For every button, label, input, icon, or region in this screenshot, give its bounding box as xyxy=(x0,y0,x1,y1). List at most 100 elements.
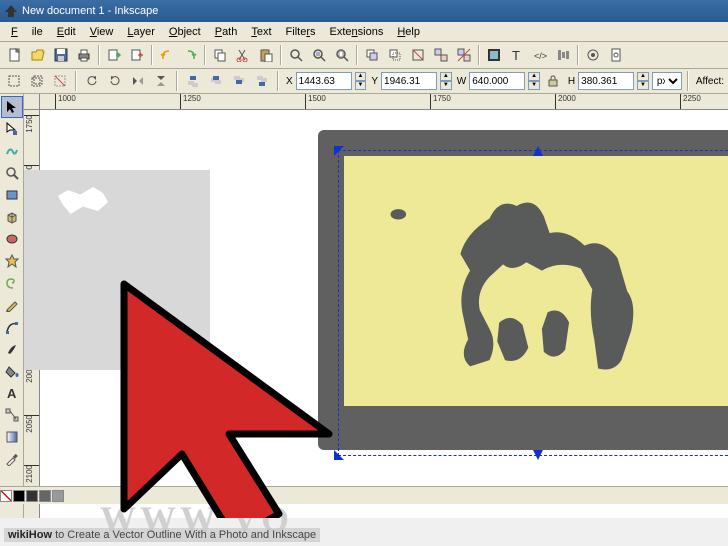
zoom-page-button[interactable] xyxy=(331,44,353,66)
lower-button[interactable] xyxy=(229,71,249,91)
y-input[interactable] xyxy=(381,72,437,90)
flip-v-button[interactable] xyxy=(151,71,171,91)
menu-extensions[interactable]: Extensions xyxy=(323,24,391,40)
pencil-tool[interactable] xyxy=(1,294,23,316)
menu-path[interactable]: Path xyxy=(208,24,245,40)
lock-aspect-button[interactable] xyxy=(543,71,563,91)
svg-text:A: A xyxy=(7,386,17,400)
window-title: New document 1 - Inkscape xyxy=(22,5,158,17)
duplicate-button[interactable] xyxy=(361,44,383,66)
watermark-bar: wikiHow to Create a Vector Outline With … xyxy=(0,504,728,546)
x-input[interactable] xyxy=(296,72,352,90)
h-input[interactable] xyxy=(578,72,634,90)
copy-button[interactable] xyxy=(209,44,231,66)
bucket-tool[interactable] xyxy=(1,360,23,382)
background-shape xyxy=(24,170,210,370)
import-button[interactable] xyxy=(103,44,125,66)
selection-handle-tl[interactable] xyxy=(334,146,344,156)
dropper-tool[interactable] xyxy=(1,448,23,470)
x-label: X xyxy=(286,76,293,87)
rect-tool[interactable] xyxy=(1,184,23,206)
group-button[interactable] xyxy=(430,44,452,66)
rotate-ccw-button[interactable] xyxy=(82,71,102,91)
y-spinner[interactable]: ▲▼ xyxy=(440,72,452,90)
fill-stroke-button[interactable] xyxy=(483,44,505,66)
rotate-cw-button[interactable] xyxy=(105,71,125,91)
undo-button[interactable] xyxy=(156,44,178,66)
prefs-button[interactable] xyxy=(582,44,604,66)
selection-handle-tm[interactable] xyxy=(533,146,543,156)
doc-prefs-button[interactable] xyxy=(605,44,627,66)
deselect-button[interactable] xyxy=(50,71,70,91)
select-all-button[interactable] xyxy=(4,71,24,91)
ellipse-tool[interactable] xyxy=(1,228,23,250)
print-button[interactable] xyxy=(73,44,95,66)
menu-view[interactable]: View xyxy=(83,24,121,40)
raise-top-button[interactable] xyxy=(183,71,203,91)
ungroup-button[interactable] xyxy=(453,44,475,66)
connector-tool[interactable] xyxy=(1,404,23,426)
menu-help[interactable]: Help xyxy=(390,24,427,40)
redo-button[interactable] xyxy=(179,44,201,66)
menubar: File Edit View Layer Object Path Text Fi… xyxy=(0,22,728,42)
menu-text[interactable]: Text xyxy=(244,24,278,40)
selection-handle-bm[interactable] xyxy=(533,450,543,460)
select-all-layers-button[interactable] xyxy=(27,71,47,91)
swatch[interactable] xyxy=(39,490,51,502)
open-button[interactable] xyxy=(27,44,49,66)
menu-filters[interactable]: Filters xyxy=(279,24,323,40)
lower-bottom-button[interactable] xyxy=(252,71,272,91)
swatch[interactable] xyxy=(52,490,64,502)
3dbox-tool[interactable] xyxy=(1,206,23,228)
save-button[interactable] xyxy=(50,44,72,66)
menu-object[interactable]: Object xyxy=(162,24,208,40)
zoom-fit-button[interactable] xyxy=(285,44,307,66)
menu-file[interactable]: File xyxy=(4,24,50,40)
w-label: W xyxy=(457,76,466,87)
w-spinner[interactable]: ▲▼ xyxy=(528,72,540,90)
ruler-horizontal: 1000 1250 1500 1750 2000 2250 xyxy=(40,94,728,110)
spiral-tool[interactable] xyxy=(1,272,23,294)
paste-button[interactable] xyxy=(255,44,277,66)
affect-label: Affect: xyxy=(696,76,724,87)
w-input[interactable] xyxy=(469,72,525,90)
align-button[interactable] xyxy=(552,44,574,66)
zoom-tool[interactable] xyxy=(1,162,23,184)
clone-button[interactable] xyxy=(384,44,406,66)
toolbox: A xyxy=(0,94,24,518)
swatch[interactable] xyxy=(26,490,38,502)
main-area: A 1000 1250 1500 1750 2000 2250 1750 180… xyxy=(0,94,728,518)
unit-select[interactable]: px xyxy=(652,72,682,90)
canvas-content xyxy=(40,110,728,518)
wikihow-watermark: wikiHow to Create a Vector Outline With … xyxy=(4,528,320,542)
canvas[interactable]: 1000 1250 1500 1750 2000 2250 1750 1800 … xyxy=(24,94,728,518)
gradient-tool[interactable] xyxy=(1,426,23,448)
unlink-clone-button[interactable] xyxy=(407,44,429,66)
calligraphy-tool[interactable] xyxy=(1,338,23,360)
menu-layer[interactable]: Layer xyxy=(120,24,162,40)
raise-button[interactable] xyxy=(206,71,226,91)
swatch[interactable] xyxy=(13,490,25,502)
flip-h-button[interactable] xyxy=(128,71,148,91)
bezier-tool[interactable] xyxy=(1,316,23,338)
selection-marquee xyxy=(338,150,728,456)
star-tool[interactable] xyxy=(1,250,23,272)
selection-handle-bl[interactable] xyxy=(334,450,344,460)
tweak-tool[interactable] xyxy=(1,140,23,162)
new-button[interactable] xyxy=(4,44,26,66)
inkscape-icon xyxy=(4,4,18,18)
text-tool[interactable]: A xyxy=(1,382,23,404)
text-dialog-button[interactable]: T xyxy=(506,44,528,66)
tool-controls-bar: X ▲▼ Y ▲▼ W ▲▼ H ▲▼ px Affect: xyxy=(0,69,728,94)
x-spinner[interactable]: ▲▼ xyxy=(355,72,367,90)
swatch-none[interactable] xyxy=(0,490,12,502)
selector-tool[interactable] xyxy=(1,96,23,118)
zoom-drawing-button[interactable] xyxy=(308,44,330,66)
h-spinner[interactable]: ▲▼ xyxy=(637,72,649,90)
export-button[interactable] xyxy=(126,44,148,66)
menu-edit[interactable]: Edit xyxy=(50,24,83,40)
main-toolbar: T </> xyxy=(0,42,728,69)
cut-button[interactable] xyxy=(232,44,254,66)
node-tool[interactable] xyxy=(1,118,23,140)
xml-editor-button[interactable]: </> xyxy=(529,44,551,66)
